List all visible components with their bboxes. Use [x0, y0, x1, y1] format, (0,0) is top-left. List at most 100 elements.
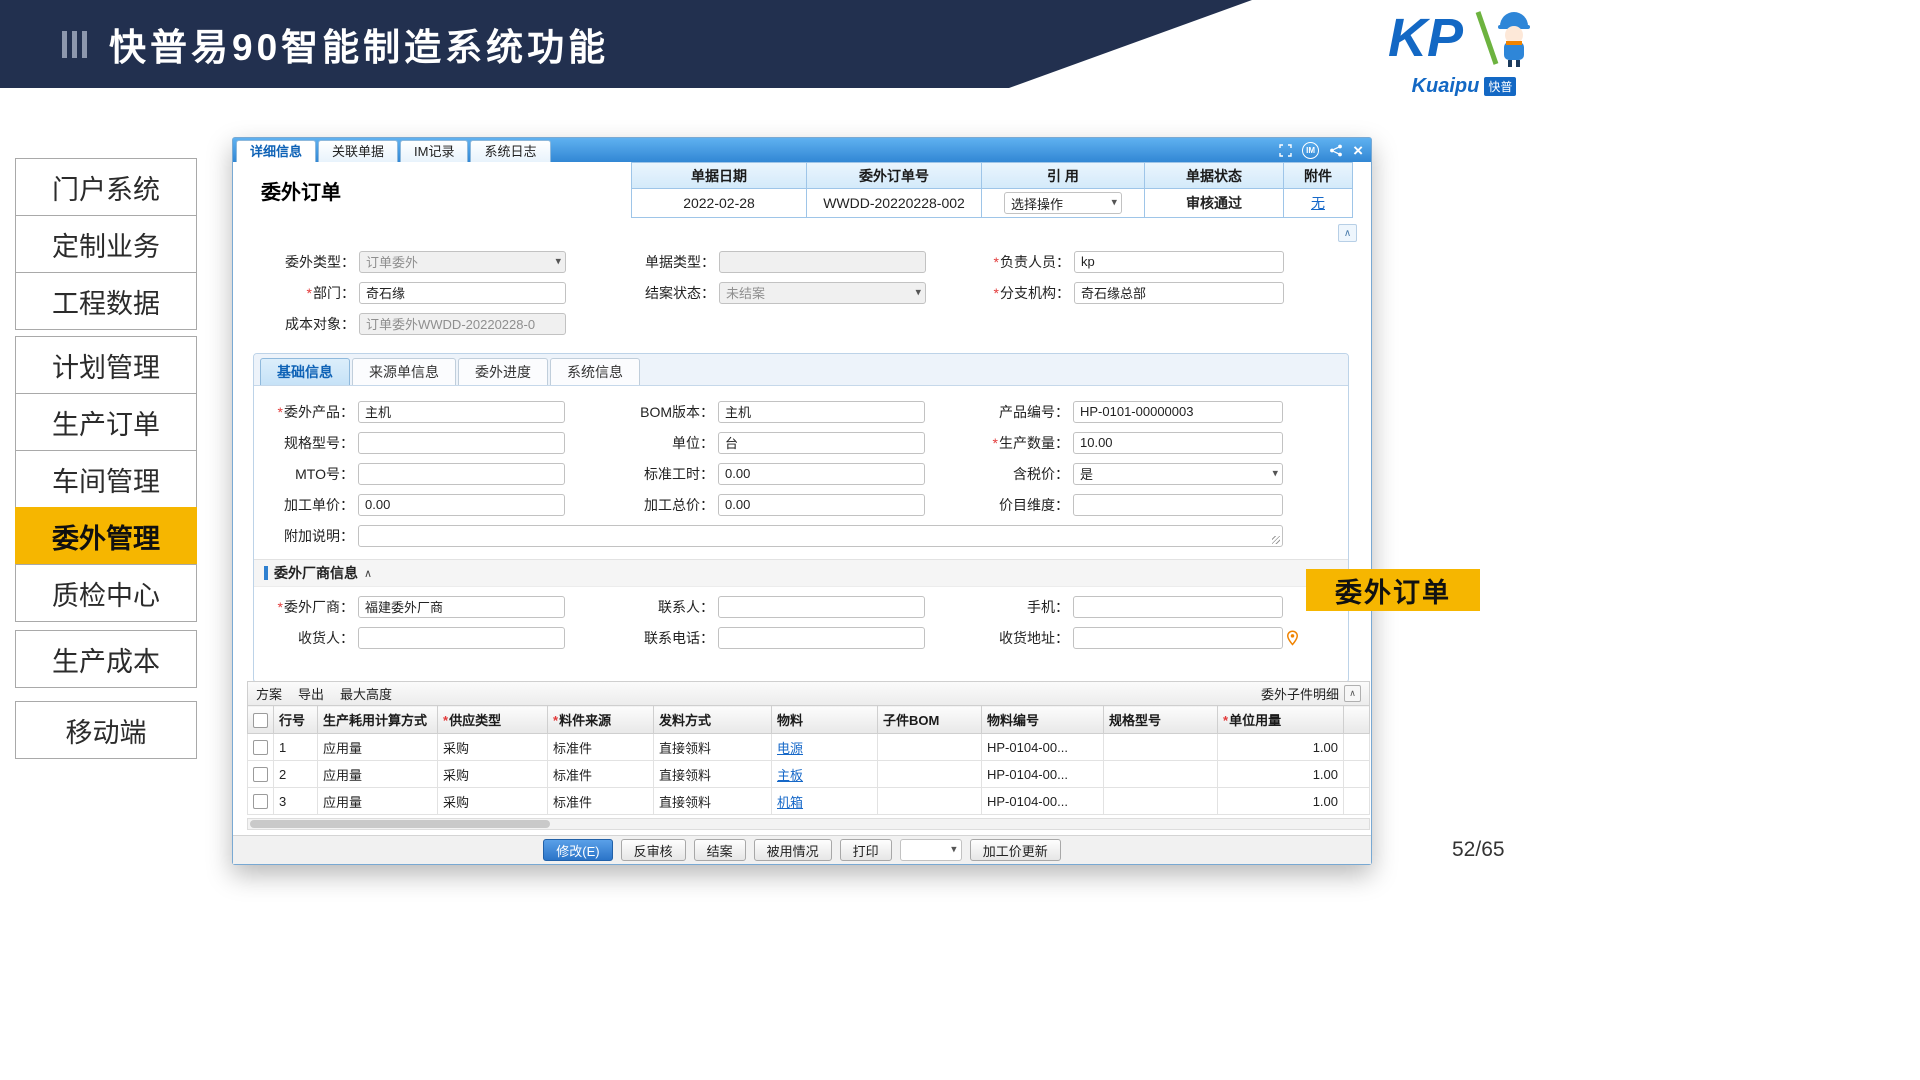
field-input[interactable]: 0.00 [718, 494, 925, 516]
field-input[interactable] [718, 627, 925, 649]
field-input[interactable]: HP-0101-00000003 [1073, 401, 1283, 423]
field-input[interactable]: 10.00 [1073, 432, 1283, 454]
toolbar-button[interactable]: 最大高度 [340, 684, 392, 703]
footer-button[interactable]: 反审核 [621, 839, 686, 861]
subtab[interactable]: 基础信息 [260, 358, 350, 385]
grid-cell: 机箱 [772, 788, 878, 815]
window-tab[interactable]: IM记录 [400, 140, 468, 162]
sidebar-item[interactable]: 车间管理 [15, 450, 197, 508]
subtab[interactable]: 委外进度 [458, 358, 548, 385]
document-header-table: 单据日期 委外订单号 引 用 单据状态 附件 2022-02-28 WWDD-2… [631, 162, 1357, 218]
material-link[interactable]: 主板 [777, 768, 803, 783]
chevron-down-icon: ▾ [1272, 468, 1278, 479]
sidebar-item[interactable]: 计划管理 [15, 336, 197, 394]
field-label: 标准工时： [565, 464, 718, 484]
field-input[interactable]: 0.00 [358, 494, 565, 516]
close-icon[interactable]: × [1353, 142, 1363, 159]
chevron-up-icon: ∧ [364, 567, 372, 580]
sidebar-item[interactable]: 移动端 [15, 701, 197, 759]
document-title: 委外订单 [261, 176, 341, 205]
sidebar-item[interactable]: 门户系统 [15, 158, 197, 216]
footer-button[interactable]: 打印 [840, 839, 892, 861]
banner-title: 快普易90智能制造系统功能 [109, 17, 609, 71]
footer-button[interactable]: 加工价更新 [970, 839, 1061, 861]
grid-cell: 应用量 [318, 761, 438, 788]
field-input[interactable]: 订单委外WWDD-20220228-0 [359, 313, 566, 335]
material-link[interactable]: 电源 [777, 741, 803, 756]
brand-name-cn: 快普 [1484, 77, 1516, 96]
window-tab[interactable]: 系统日志 [470, 140, 550, 162]
row-checkbox[interactable] [253, 794, 268, 809]
field-input[interactable]: 福建委外厂商 [358, 596, 565, 618]
field-input[interactable] [1073, 627, 1283, 649]
share-icon[interactable] [1329, 144, 1343, 157]
fullscreen-icon[interactable] [1279, 144, 1292, 157]
vendor-section-header[interactable]: 委外厂商信息 ∧ [254, 559, 1348, 587]
field-label: 价目维度： [925, 495, 1073, 515]
chevron-down-icon: ▾ [1111, 198, 1117, 209]
field-input[interactable] [718, 596, 925, 618]
field-label: *分支机构： [926, 283, 1074, 303]
location-pin-icon[interactable] [1286, 630, 1299, 646]
sidebar-item[interactable]: 定制业务 [15, 215, 197, 273]
field-input[interactable]: 主机 [358, 401, 565, 423]
field-label: 附加说明： [254, 526, 358, 546]
select-all-checkbox[interactable] [253, 713, 268, 728]
footer-button[interactable]: 修改(E) [543, 839, 612, 861]
field-input[interactable]: 0.00 [718, 463, 925, 485]
row-checkbox[interactable] [253, 740, 268, 755]
footer-button[interactable]: 被用情况 [754, 839, 832, 861]
doc-date-value: 2022-02-28 [631, 188, 807, 218]
collapse-grid-button[interactable]: ∧ [1344, 685, 1361, 702]
field-input[interactable] [358, 463, 565, 485]
field-select[interactable]: 订单委外▾ [359, 251, 566, 273]
toolbar-button[interactable]: 导出 [298, 684, 324, 703]
reference-action-select[interactable]: 选择操作 ▾ [1004, 192, 1122, 214]
field-input[interactable]: 奇石缘 [359, 282, 566, 304]
toolbar-button[interactable]: 方案 [256, 684, 282, 703]
field-input[interactable] [1073, 494, 1283, 516]
field-input[interactable]: kp [1074, 251, 1284, 273]
im-icon[interactable]: IM [1302, 142, 1319, 159]
mascot-illustration [1498, 12, 1530, 67]
field-input[interactable]: 台 [718, 432, 925, 454]
grid-cell: 标准件 [548, 734, 654, 761]
field-input[interactable] [1073, 596, 1283, 618]
window-tab[interactable]: 关联单据 [318, 140, 398, 162]
footer-combo[interactable]: ▾ [900, 839, 962, 861]
sidebar-item[interactable]: 工程数据 [15, 272, 197, 330]
field-input[interactable] [719, 251, 926, 273]
horizontal-scrollbar[interactable] [247, 818, 1370, 830]
field-select[interactable]: 是▾ [1073, 463, 1283, 485]
window-tab[interactable]: 详细信息 [236, 140, 316, 162]
attachment-link[interactable]: 无 [1311, 193, 1325, 213]
field-select[interactable]: 未结案▾ [719, 282, 926, 304]
scrollbar-thumb[interactable] [250, 820, 550, 828]
field-input[interactable]: 主机 [718, 401, 925, 423]
sidebar-item[interactable]: 生产订单 [15, 393, 197, 451]
grid-cell: HP-0104-00... [982, 761, 1104, 788]
grid-cell: 采购 [438, 761, 548, 788]
page-number: 52/65 [1452, 838, 1505, 862]
field-input[interactable] [358, 432, 565, 454]
field-input[interactable]: 奇石缘总部 [1074, 282, 1284, 304]
grid-cell [878, 788, 982, 815]
sidebar-item[interactable]: 委外管理 [15, 507, 197, 565]
row-checkbox[interactable] [253, 767, 268, 782]
field-input[interactable] [358, 627, 565, 649]
subtab[interactable]: 来源单信息 [352, 358, 456, 385]
material-link[interactable]: 机箱 [777, 795, 803, 810]
header-col-status: 单据状态 [1144, 162, 1284, 189]
sidebar-item[interactable]: 质检中心 [15, 564, 197, 622]
field-input[interactable] [358, 525, 1283, 547]
collapse-header-button[interactable]: ∧ [1338, 224, 1357, 242]
sidebar-item[interactable]: 生产成本 [15, 630, 197, 688]
vendor-section-title: 委外厂商信息 [274, 563, 358, 583]
brand-name: Kuaipu [1412, 75, 1480, 98]
subtab[interactable]: 系统信息 [550, 358, 640, 385]
field-label: 规格型号： [254, 433, 358, 453]
subtab-strip: 基础信息来源单信息委外进度系统信息 [254, 354, 1348, 386]
footer-button[interactable]: 结案 [694, 839, 746, 861]
app-window: 详细信息关联单据IM记录系统日志 IM × 委外订单 单据日期 委外订单号 引 … [232, 137, 1372, 865]
grid-title: 委外子件明细 [1261, 684, 1339, 703]
